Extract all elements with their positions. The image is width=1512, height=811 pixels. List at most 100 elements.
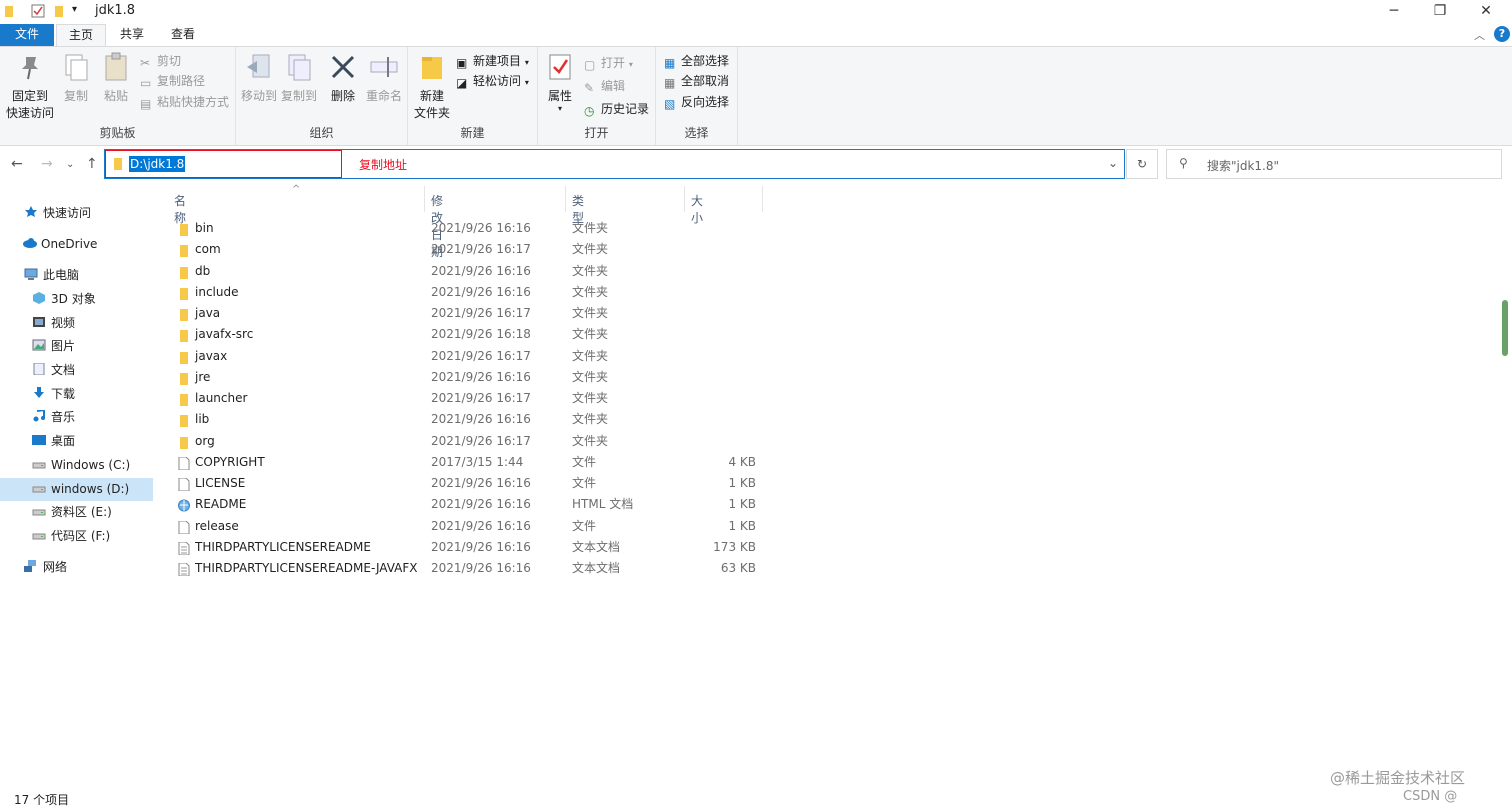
nav-item[interactable]: 代码区 (F:) xyxy=(0,525,153,548)
properties-button[interactable]: 属性 ▾ xyxy=(542,51,578,113)
open-group-label: 打开 xyxy=(584,126,609,140)
new-folder-quick-icon[interactable] xyxy=(54,4,64,21)
nav-item[interactable]: Windows (C:) xyxy=(0,454,153,477)
folder-icon xyxy=(178,286,190,300)
nav-item[interactable]: 网络 xyxy=(0,556,153,579)
file-row[interactable]: org 2021/9/26 16:17 文件夹 xyxy=(166,431,766,452)
column-separator[interactable] xyxy=(424,186,425,212)
file-type: 文件 xyxy=(572,518,597,533)
nav-item[interactable]: 下载 xyxy=(0,383,153,406)
properties-quick-icon[interactable] xyxy=(31,4,45,21)
rename-label: 重命名 xyxy=(365,89,402,103)
file-icon xyxy=(178,477,190,492)
rename-icon xyxy=(368,51,400,83)
file-row[interactable]: bin 2021/9/26 16:16 文件夹 xyxy=(166,218,766,239)
nav-item[interactable]: 视频 xyxy=(0,312,153,335)
move-to-button[interactable]: 移动到 xyxy=(240,51,278,104)
collapse-ribbon-icon[interactable]: ︿ xyxy=(1474,27,1485,43)
file-row[interactable]: include 2021/9/26 16:16 文件夹 xyxy=(166,282,766,303)
nav-item-label: 桌面 xyxy=(51,434,76,448)
search-box[interactable]: ⚲ 搜索"jdk1.8" xyxy=(1166,149,1502,179)
new-item-icon: ▣ xyxy=(456,56,468,70)
chevron-down-icon: ▾ xyxy=(524,58,529,67)
file-row[interactable]: javax 2021/9/26 16:17 文件夹 xyxy=(166,346,766,367)
file-row[interactable]: java 2021/9/26 16:17 文件夹 xyxy=(166,303,766,324)
copy-to-button[interactable]: 复制到 xyxy=(280,51,318,104)
copy-path-button[interactable]: ▭ 复制路径 xyxy=(140,71,205,91)
new-item-button[interactable]: ▣ 新建项目 ▾ xyxy=(456,51,529,71)
column-separator[interactable] xyxy=(684,186,685,212)
tab-view[interactable]: 查看 xyxy=(159,24,207,46)
file-row[interactable]: COPYRIGHT 2017/3/15 1:44 文件 4 KB xyxy=(166,452,766,473)
pin-quick-access-button[interactable]: 固定到 快速访问 xyxy=(4,51,56,121)
up-arrow-icon[interactable]: ↑ xyxy=(86,156,98,172)
tab-home[interactable]: 主页 xyxy=(56,24,107,46)
nav-item[interactable]: OneDrive xyxy=(0,233,153,256)
tab-share[interactable]: 共享 xyxy=(108,24,156,46)
new-folder-button[interactable]: 新建 文件夹 xyxy=(412,51,452,121)
file-row[interactable]: release 2021/9/26 16:16 文件 1 KB xyxy=(166,516,766,537)
history-button[interactable]: ◷ 历史记录 xyxy=(584,99,649,119)
file-row[interactable]: launcher 2021/9/26 16:17 文件夹 xyxy=(166,388,766,409)
network-icon xyxy=(24,557,38,572)
nav-item[interactable]: 音乐 xyxy=(0,406,153,429)
nav-item-label: 下载 xyxy=(51,387,76,401)
paste-button[interactable]: 粘贴 xyxy=(98,51,134,104)
help-icon[interactable]: ? xyxy=(1494,26,1510,42)
paste-shortcut-button[interactable]: ▤ 粘贴快捷方式 xyxy=(140,92,229,112)
close-button[interactable]: ✕ xyxy=(1463,0,1509,24)
file-row[interactable]: db 2021/9/26 16:16 文件夹 xyxy=(166,261,766,282)
customize-quick-access-icon[interactable]: ▾ xyxy=(72,4,77,15)
search-icon: ⚲ xyxy=(1179,156,1188,170)
minimize-button[interactable]: ─ xyxy=(1371,0,1417,24)
nav-item[interactable]: 此电脑 xyxy=(0,264,153,287)
nav-item[interactable]: 桌面 xyxy=(0,430,153,453)
address-path[interactable]: D:\jdk1.8 xyxy=(129,156,186,172)
nav-item[interactable]: 资料区 (E:) xyxy=(0,501,153,524)
file-row[interactable]: lib 2021/9/26 16:16 文件夹 xyxy=(166,409,766,430)
edit-icon: ✎ xyxy=(584,81,595,95)
address-dropdown-chevron-icon[interactable]: ⌄ xyxy=(1108,156,1118,170)
select-all-button[interactable]: ▦ 全部选择 xyxy=(664,51,729,71)
file-row[interactable]: README 2021/9/26 16:16 HTML 文档 1 KB xyxy=(166,494,766,515)
copy-path-label: 复制路径 xyxy=(157,74,206,88)
restore-button[interactable]: ❐ xyxy=(1417,0,1463,24)
forward-arrow-icon[interactable]: → xyxy=(41,156,53,172)
delete-button[interactable]: 删除 xyxy=(326,51,360,104)
invert-selection-button[interactable]: ▧ 反向选择 xyxy=(664,92,729,112)
file-row[interactable]: THIRDPARTYLICENSEREADME 2021/9/26 16:16 文本… xyxy=(166,537,766,558)
file-row[interactable]: LICENSE 2021/9/26 16:16 文件 1 KB xyxy=(166,473,766,494)
copy-button[interactable]: 复制 xyxy=(58,51,94,104)
search-input[interactable]: 搜索"jdk1.8" xyxy=(1207,157,1279,174)
nav-item[interactable]: 3D 对象 xyxy=(0,288,153,311)
open-icon: ▢ xyxy=(584,58,596,72)
cut-button[interactable]: ✂ 剪切 xyxy=(140,51,181,71)
nav-item[interactable]: 图片 xyxy=(0,335,153,358)
nav-item[interactable]: windows (D:) xyxy=(0,478,153,501)
refresh-button[interactable]: ↻ xyxy=(1126,149,1158,179)
easy-access-button[interactable]: ◪ 轻松访问 ▾ xyxy=(456,71,529,91)
nav-item[interactable]: 文档 xyxy=(0,359,153,382)
back-arrow-icon[interactable]: ← xyxy=(11,156,23,172)
column-separator[interactable] xyxy=(762,186,763,212)
address-bar[interactable]: D:\jdk1.8 复制地址 ⌄ xyxy=(104,149,1125,179)
rename-button[interactable]: 重命名 xyxy=(364,51,404,104)
invert-selection-icon: ▧ xyxy=(664,97,676,111)
recent-locations-chevron-icon[interactable]: ⌄ xyxy=(66,159,74,170)
ribbon-tabs: 文件 主页 共享 查看 ︿ ? xyxy=(0,24,1512,46)
tab-file[interactable]: 文件 xyxy=(0,24,54,46)
edit-button[interactable]: ✎ 编辑 xyxy=(584,76,625,96)
file-row[interactable]: javafx-src 2021/9/26 16:18 文件夹 xyxy=(166,324,766,345)
file-row[interactable]: jre 2021/9/26 16:16 文件夹 xyxy=(166,367,766,388)
watermark: @稀土掘金技术社区 xyxy=(1330,769,1466,787)
scrollbar-thumb[interactable] xyxy=(1502,300,1508,356)
file-date: 2021/9/26 16:16 xyxy=(431,221,531,235)
select-none-button[interactable]: ▦ 全部取消 xyxy=(664,71,729,91)
file-size: 1 KB xyxy=(728,476,756,490)
open-button[interactable]: ▢ 打开 ▾ xyxy=(584,53,633,73)
file-row[interactable]: com 2021/9/26 16:17 文件夹 xyxy=(166,239,766,260)
folder-icon xyxy=(178,307,190,321)
nav-item[interactable]: 快速访问 xyxy=(0,202,153,225)
column-separator[interactable] xyxy=(565,186,566,212)
file-row[interactable]: THIRDPARTYLICENSEREADME-JAVAFX 2021/9/26 … xyxy=(166,558,766,579)
